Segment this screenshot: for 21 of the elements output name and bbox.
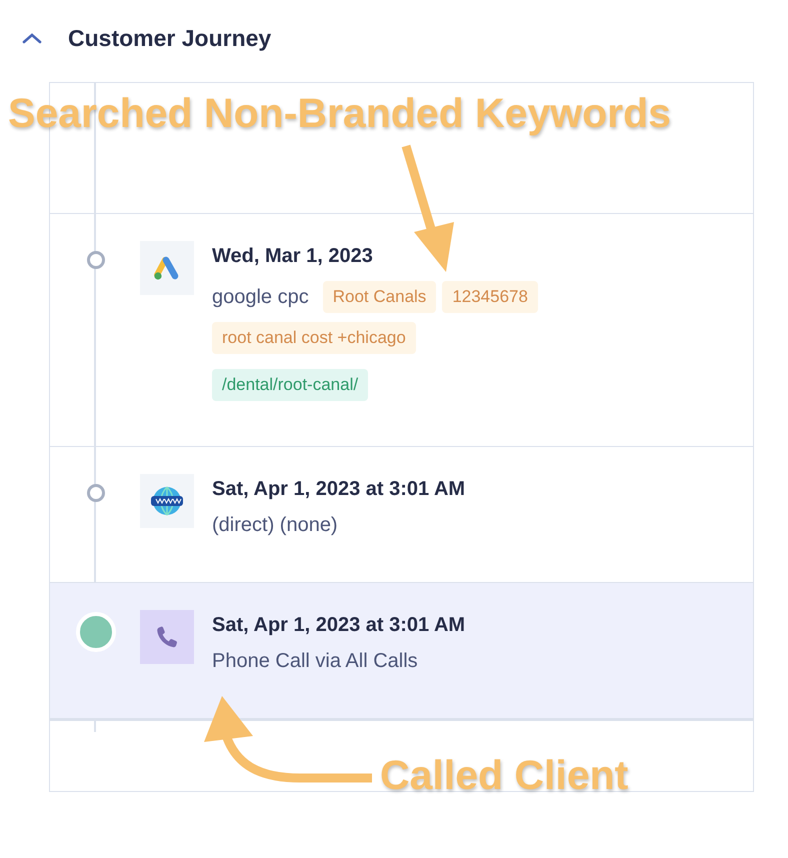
keyword-tag: root canal cost +chicago (212, 322, 416, 354)
timeline-dot (86, 484, 104, 502)
annotation-label: Called Client (380, 752, 628, 799)
timeline-dot (76, 612, 116, 652)
annotation-label: Searched Non-Branded Keywords (8, 90, 671, 137)
event-date: Wed, Mar 1, 2023 (212, 244, 374, 269)
timeline-event[interactable]: Sat, Apr 1, 2023 at 3:01 AM Phone Call via All Calls (50, 583, 753, 721)
chevron-icon (22, 32, 42, 44)
phone-icon (154, 624, 180, 650)
section-title: Customer Journey (68, 24, 272, 52)
event-date: Sat, Apr 1, 2023 at 3:01 AM (212, 613, 466, 638)
keyword-tag: Root Canals (322, 281, 436, 313)
event-source: Phone Call via All Calls (212, 650, 418, 673)
event-source: google cpc (212, 286, 309, 308)
timeline-dot (86, 251, 104, 269)
landing-page-tag: /dental/root-canal/ (212, 369, 368, 401)
event-date: Sat, Apr 1, 2023 at 3:01 AM (212, 477, 466, 502)
keyword-tag: 12345678 (442, 281, 538, 313)
event-source: (direct) (none) (212, 514, 338, 537)
timeline-event[interactable]: Wed, Mar 1, 2023 google cpc Root Canals 12345678 root canal cost +chicago /dental/root-canal/ (50, 214, 753, 447)
globe-icon (151, 485, 183, 517)
